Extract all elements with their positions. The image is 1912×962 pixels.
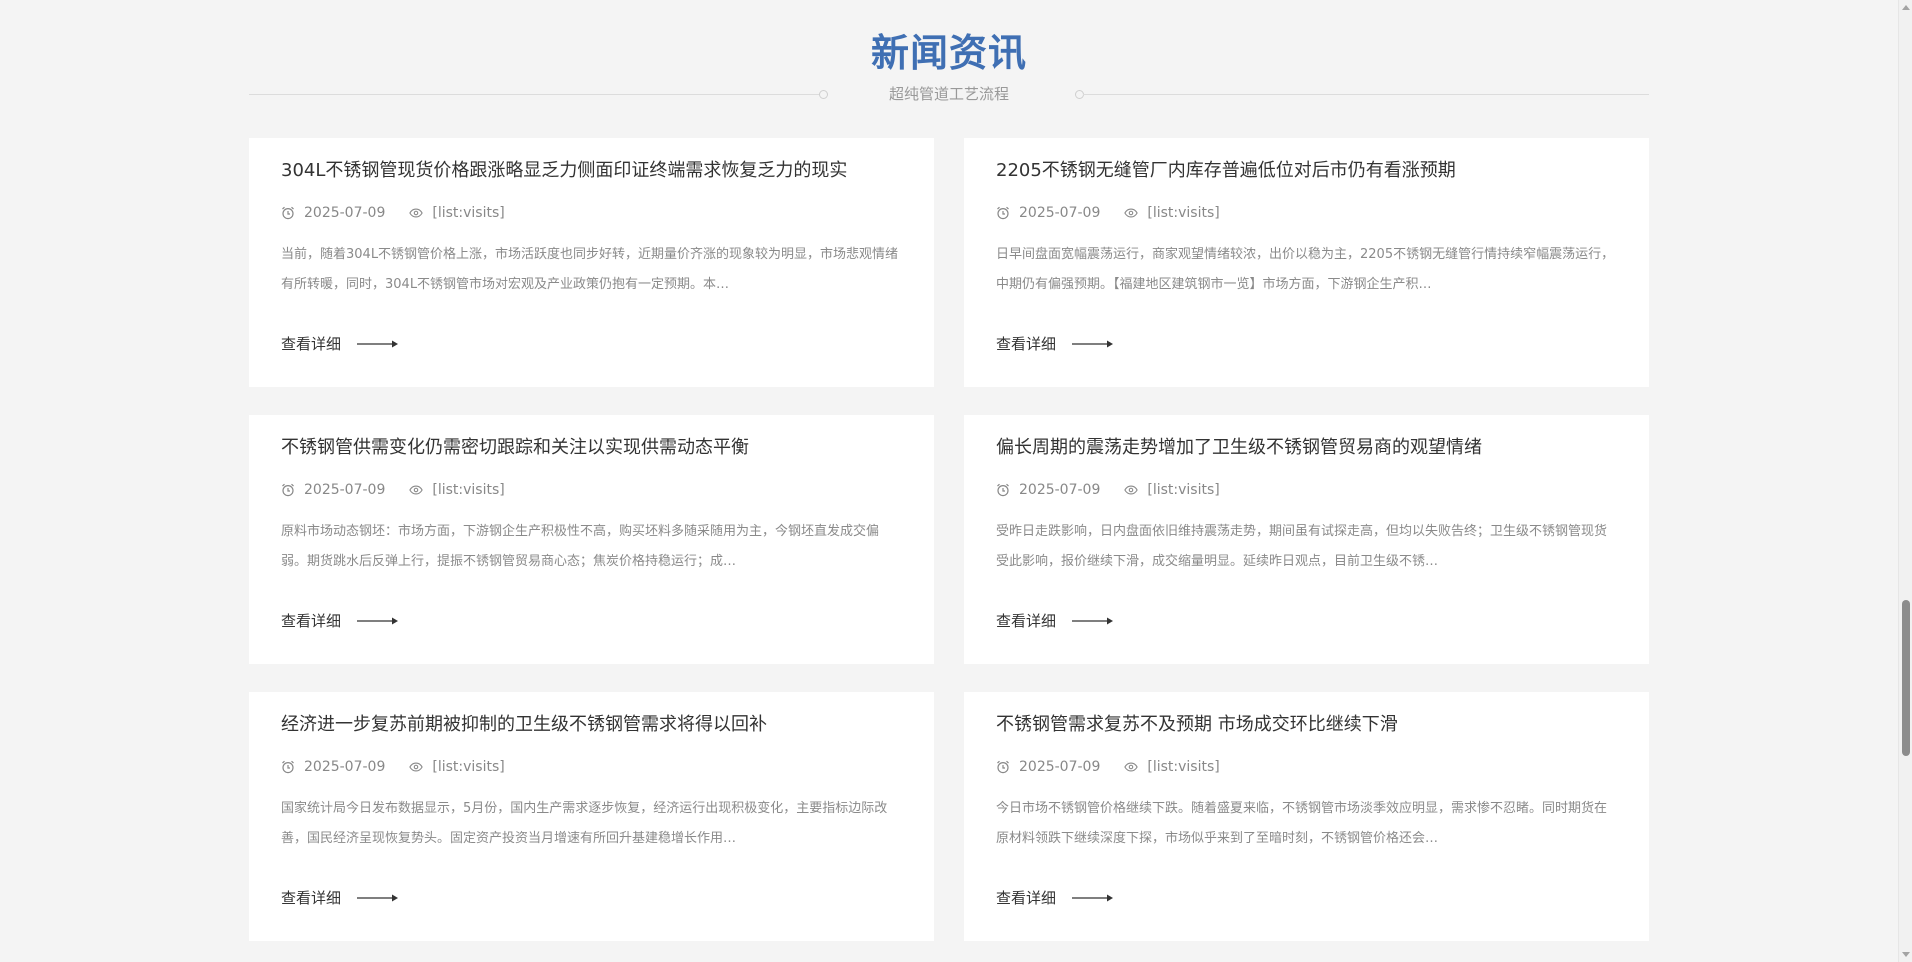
news-title[interactable]: 304L不锈钢管现货价格跟涨略显乏力侧面印证终端需求恢复乏力的现实 bbox=[281, 158, 911, 184]
view-details-link[interactable]: 查看详细 bbox=[996, 610, 1114, 631]
scroll-down-icon[interactable] bbox=[1902, 952, 1910, 957]
news-visits: [list:visits] bbox=[1147, 482, 1220, 498]
news-visits: [list:visits] bbox=[432, 759, 505, 775]
news-excerpt: 国家统计局今日发布数据显示，5月份，国内生产需求逐步恢复，经济运行出现积极变化，… bbox=[281, 801, 888, 846]
news-date: 2025-07-09 bbox=[1019, 205, 1101, 221]
scrollbar-thumb[interactable] bbox=[1902, 600, 1910, 756]
view-details-label: 查看详细 bbox=[281, 335, 342, 353]
arrow-right-icon bbox=[1072, 616, 1114, 626]
view-details-label: 查看详细 bbox=[996, 335, 1057, 353]
news-meta: 2025-07-09 [list:visits] bbox=[996, 481, 1244, 499]
news-card[interactable]: 2205不锈钢无缝管厂内库存普遍低位对后市仍有看涨预期 2025-07-09 [… bbox=[964, 138, 1649, 387]
news-date: 2025-07-09 bbox=[1019, 482, 1101, 498]
news-meta: 2025-07-09 [list:visits] bbox=[281, 481, 529, 499]
news-title[interactable]: 经济进一步复苏前期被抑制的卫生级不锈钢管需求将得以回补 bbox=[281, 712, 911, 738]
eye-icon bbox=[1124, 760, 1139, 774]
eye-icon bbox=[409, 760, 424, 774]
view-details-link[interactable]: 查看详细 bbox=[281, 887, 399, 908]
view-details-link[interactable]: 查看详细 bbox=[281, 333, 399, 354]
news-visits: [list:visits] bbox=[432, 205, 505, 221]
news-excerpt: 原料市场动态钢坯：市场方面，下游钢企生产积极性不高，购买坯料多随采随用为主，今钢… bbox=[281, 524, 880, 569]
news-date: 2025-07-09 bbox=[304, 482, 386, 498]
news-excerpt: 当前，随着304L不锈钢管价格上涨，市场活跃度也同步好转，近期量价齐涨的现象较为… bbox=[281, 247, 899, 292]
news-title[interactable]: 偏长周期的震荡走势增加了卫生级不锈钢管贸易商的观望情绪 bbox=[996, 435, 1626, 461]
section-title: 新闻资讯 bbox=[870, 31, 1027, 75]
view-details-link[interactable]: 查看详细 bbox=[996, 887, 1114, 908]
view-details-link[interactable]: 查看详细 bbox=[281, 610, 399, 631]
news-card[interactable]: 偏长周期的震荡走势增加了卫生级不锈钢管贸易商的观望情绪 2025-07-09 [… bbox=[964, 415, 1649, 664]
news-title[interactable]: 不锈钢管需求复苏不及预期 市场成交环比继续下滑 bbox=[996, 712, 1626, 738]
arrow-right-icon bbox=[1072, 339, 1114, 349]
eye-icon bbox=[409, 483, 424, 497]
news-visits: [list:visits] bbox=[1147, 205, 1220, 221]
news-card[interactable]: 不锈钢管供需变化仍需密切跟踪和关注以实现供需动态平衡 2025-07-09 [l… bbox=[249, 415, 934, 664]
view-details-label: 查看详细 bbox=[281, 889, 342, 907]
arrow-right-icon bbox=[357, 616, 399, 626]
vertical-scrollbar[interactable] bbox=[1898, 0, 1912, 962]
news-date: 2025-07-09 bbox=[304, 759, 386, 775]
eye-icon bbox=[409, 206, 424, 220]
arrow-right-icon bbox=[357, 339, 399, 349]
news-excerpt: 受昨日走跌影响，日内盘面依旧维持震荡走势，期间虽有试探走高，但均以失败告终；卫生… bbox=[996, 524, 1608, 569]
alarm-clock-icon bbox=[996, 760, 1010, 774]
alarm-clock-icon bbox=[281, 206, 295, 220]
news-visits: [list:visits] bbox=[1147, 759, 1220, 775]
alarm-clock-icon bbox=[281, 483, 295, 497]
news-excerpt: 日早间盘面宽幅震荡运行，商家观望情绪较浓，出价以稳为主，2205不锈钢无缝管行情… bbox=[996, 247, 1615, 292]
scroll-up-icon[interactable] bbox=[1902, 5, 1910, 10]
arrow-right-icon bbox=[1072, 893, 1114, 903]
view-details-label: 查看详细 bbox=[281, 612, 342, 630]
eye-icon bbox=[1124, 483, 1139, 497]
eye-icon bbox=[1124, 206, 1139, 220]
section-header: 新闻资讯 超纯管道工艺流程 bbox=[249, 28, 1649, 108]
news-excerpt: 今日市场不锈钢管价格继续下跌。随着盛夏来临，不锈钢管市场淡季效应明显，需求惨不忍… bbox=[996, 801, 1608, 846]
news-date: 2025-07-09 bbox=[1019, 759, 1101, 775]
news-visits: [list:visits] bbox=[432, 482, 505, 498]
arrow-right-icon bbox=[357, 893, 399, 903]
alarm-clock-icon bbox=[281, 760, 295, 774]
news-card[interactable]: 不锈钢管需求复苏不及预期 市场成交环比继续下滑 2025-07-09 [list… bbox=[964, 692, 1649, 941]
alarm-clock-icon bbox=[996, 483, 1010, 497]
news-card[interactable]: 经济进一步复苏前期被抑制的卫生级不锈钢管需求将得以回补 2025-07-09 [… bbox=[249, 692, 934, 941]
news-title[interactable]: 不锈钢管供需变化仍需密切跟踪和关注以实现供需动态平衡 bbox=[281, 435, 911, 461]
news-meta: 2025-07-09 [list:visits] bbox=[281, 204, 529, 222]
view-details-label: 查看详细 bbox=[996, 612, 1057, 630]
news-meta: 2025-07-09 [list:visits] bbox=[281, 758, 529, 776]
news-meta: 2025-07-09 [list:visits] bbox=[996, 204, 1244, 222]
view-details-link[interactable]: 查看详细 bbox=[996, 333, 1114, 354]
news-title[interactable]: 2205不锈钢无缝管厂内库存普遍低位对后市仍有看涨预期 bbox=[996, 158, 1626, 184]
alarm-clock-icon bbox=[996, 206, 1010, 220]
news-meta: 2025-07-09 [list:visits] bbox=[996, 758, 1244, 776]
divider-line-right bbox=[1083, 94, 1649, 95]
news-date: 2025-07-09 bbox=[304, 205, 386, 221]
view-details-label: 查看详细 bbox=[996, 889, 1057, 907]
news-card[interactable]: 304L不锈钢管现货价格跟涨略显乏力侧面印证终端需求恢复乏力的现实 2025-0… bbox=[249, 138, 934, 387]
